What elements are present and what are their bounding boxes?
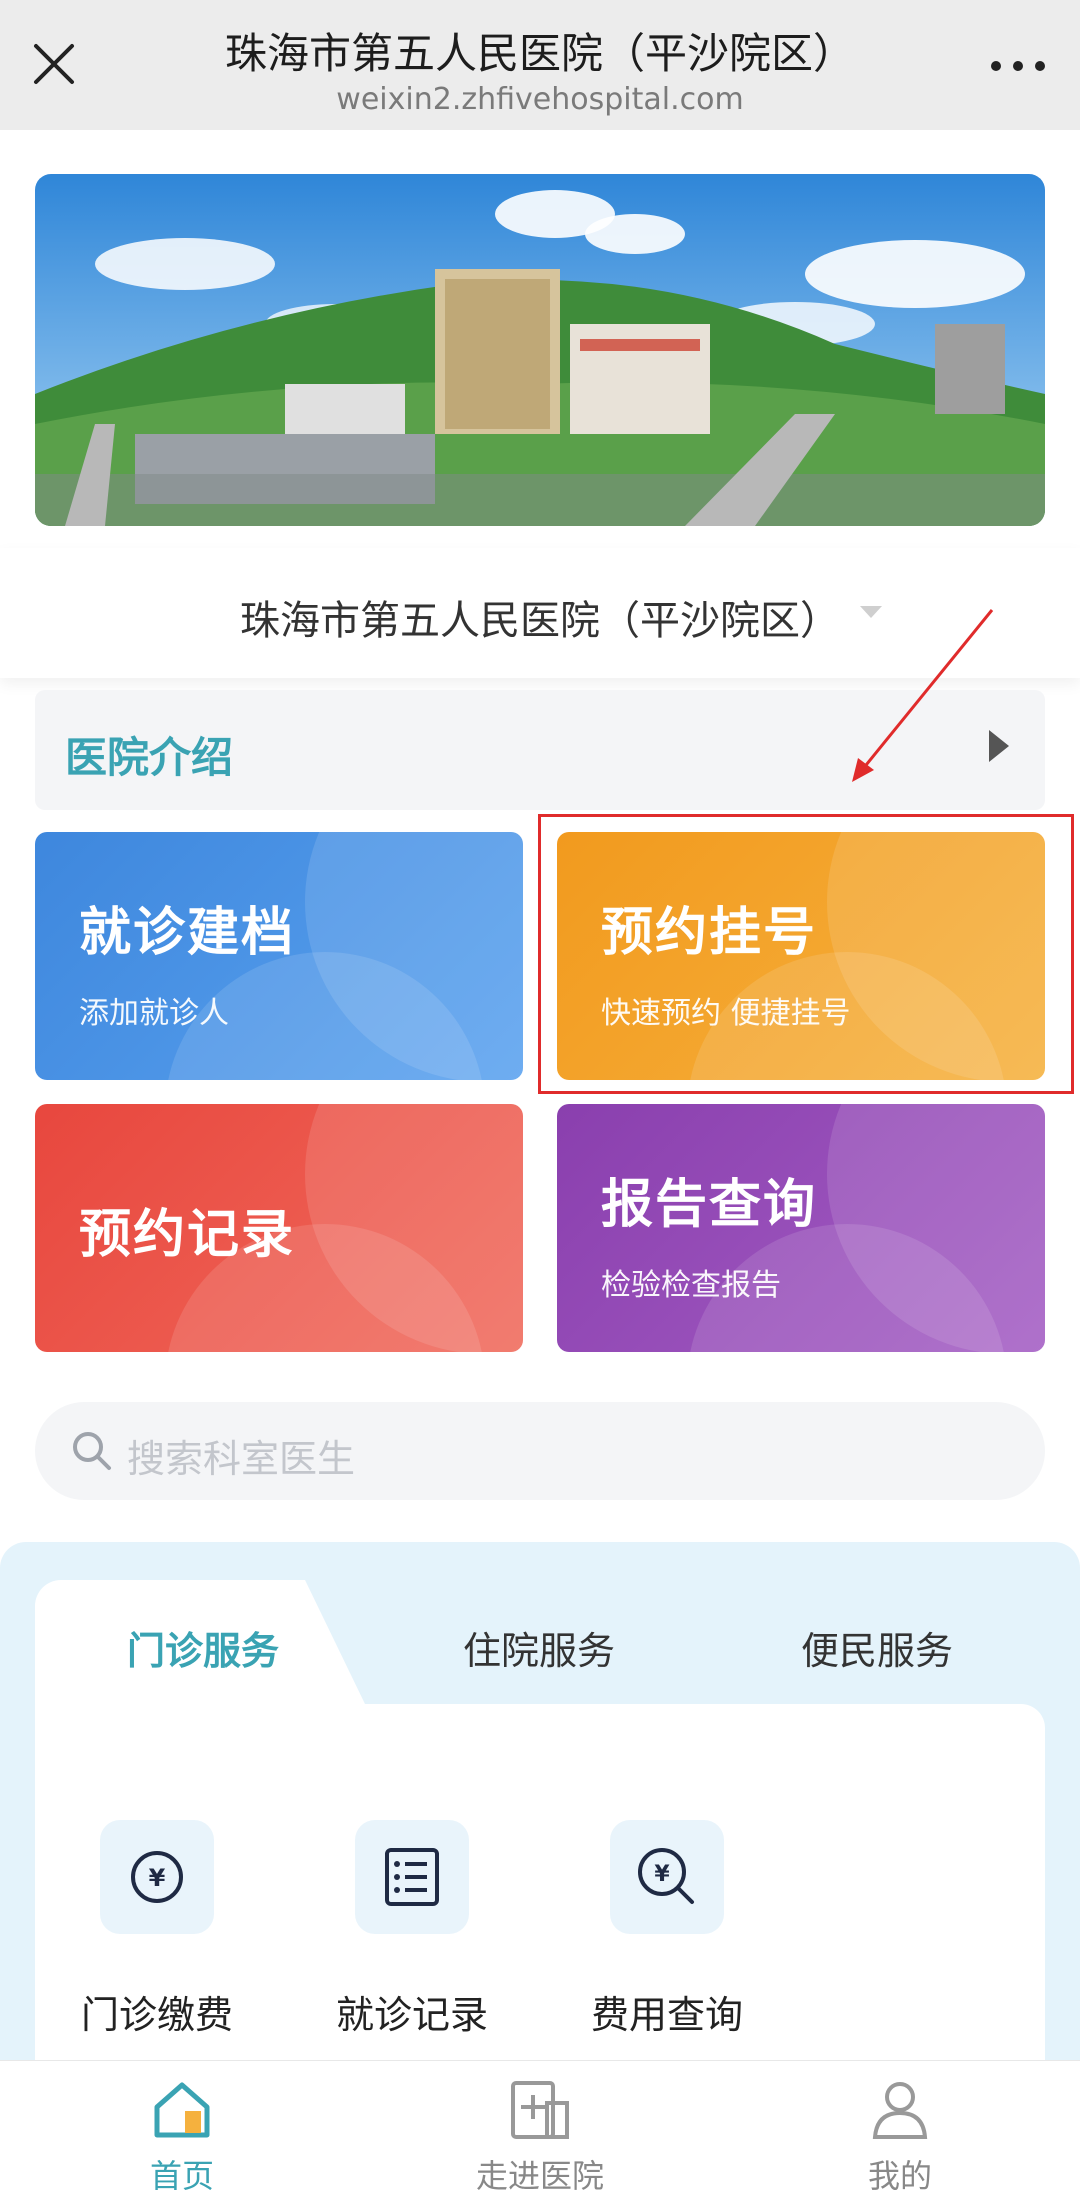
user-icon [872,2082,928,2139]
page-title: 珠海市第五人民医院（平沙院区） [224,29,855,78]
hospital-banner-image [35,174,1045,526]
tab-convenience[interactable]: 便民服务 [801,1620,953,1675]
nav-home[interactable]: 首页 [72,2077,292,2197]
nav-label: 首页 [149,2157,214,2195]
svg-text:¥: ¥ [149,1864,166,1892]
nav-mine[interactable]: 我的 [790,2077,1010,2197]
card-subtitle: 添加就诊人 [79,996,229,1031]
nav-label: 走进医院 [475,2157,604,2195]
tab-inpatient[interactable]: 住院服务 [463,1620,615,1675]
svg-text:¥: ¥ [654,1862,670,1887]
search-bar[interactable]: 搜索科室医生 [35,1402,1045,1500]
nav-hospital[interactable]: 走进医院 [430,2077,650,2197]
hospital-selector[interactable]: 珠海市第五人民医院（平沙院区） [0,548,1080,678]
hospital-plus-icon [511,2081,569,2139]
yuan-search-icon: ¥ [638,1848,694,1904]
top-bar: 珠海市第五人民医院（平沙院区） weixin2.zhfivehospital.c… [0,0,1080,130]
search-icon [73,1432,111,1470]
card-title: 报告查询 [601,1175,818,1235]
caret-down-icon [860,606,882,618]
card-title: 就诊建档 [79,903,296,963]
home-icon [154,2082,210,2138]
service-label: 门诊缴费 [80,1993,233,2037]
service-outpatient-payment[interactable]: ¥ 门诊缴费 [72,1820,242,2039]
hospital-selector-name: 珠海市第五人民医院（平沙院区） [240,598,840,644]
list-icon [385,1848,439,1906]
card-patient-profile[interactable]: 就诊建档 添加就诊人 [35,832,523,1080]
tab-outpatient[interactable]: 门诊服务 [127,1620,279,1675]
card-appointment-records[interactable]: 预约记录 [35,1104,523,1352]
more-dots-icon[interactable] [988,46,1048,86]
page-content: 珠海市第五人民医院（平沙院区） 医院介绍 就诊建档 添加就诊人 预约挂号 快速预… [0,130,1080,2060]
card-title: 预约记录 [79,1205,296,1265]
bottom-nav: 首页 走进医院 我的 [0,2060,1080,2200]
chevron-right-icon [989,730,1009,762]
highlight-box [538,814,1074,1094]
search-placeholder: 搜索科室医生 [127,1437,356,1481]
services-tabs: 门诊服务 住院服务 便民服务 [35,1580,1045,1704]
service-visit-records[interactable]: 就诊记录 [327,1820,497,2039]
nav-label: 我的 [867,2157,932,2195]
yuan-circle-icon: ¥ [131,1851,183,1903]
hospital-intro-row[interactable]: 医院介绍 [35,690,1045,810]
page-url: weixin2.zhfivehospital.com [336,82,744,117]
service-fee-query[interactable]: ¥ 费用查询 [582,1820,752,2039]
card-report-query[interactable]: 报告查询 检验检查报告 [557,1104,1045,1352]
hospital-intro-label: 医院介绍 [65,733,234,782]
card-subtitle: 检验检查报告 [601,1268,781,1303]
service-label: 费用查询 [590,1993,743,2037]
service-label: 就诊记录 [335,1993,488,2037]
